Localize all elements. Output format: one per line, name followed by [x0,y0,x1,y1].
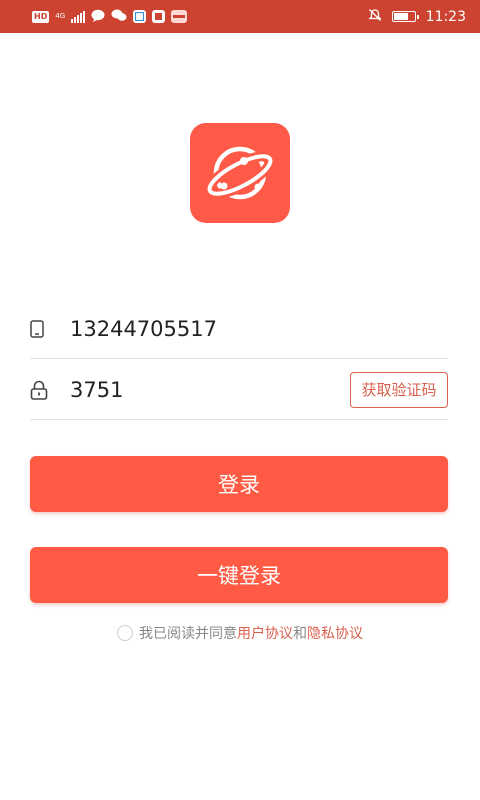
book-icon [152,10,166,23]
signal-icon [71,10,86,23]
network-type: 4G [55,13,65,20]
phone-icon [30,314,70,344]
phone-input[interactable]: 13244705517 [70,317,448,341]
app-logo [190,123,290,223]
app-icon [133,10,147,23]
status-time: 11:23 [425,8,466,25]
planet-logo-icon [204,146,276,200]
user-agreement-link[interactable]: 用户协议 [237,623,293,643]
chat-icon [91,7,105,26]
agreement-checkbox[interactable] [117,625,133,641]
lock-icon [30,375,70,405]
wechat-icon [111,7,127,26]
network-label: 4G [55,12,66,20]
agreement-prefix: 我已阅读并同意 [139,626,237,642]
code-field[interactable]: 3751 获取验证码 [30,360,448,420]
news-icon [171,10,188,23]
one-key-login-button[interactable]: 一键登录 [30,547,448,603]
battery-icon [391,11,419,22]
login-button[interactable]: 登录 [30,456,448,512]
status-bar-right: 11:23 [368,7,466,26]
agreement-conjunction: 和 [293,626,307,642]
mute-icon [368,7,382,26]
phone-field[interactable]: 13244705517 [30,299,448,359]
get-code-button[interactable]: 获取验证码 [350,371,448,408]
status-bar-left: HD 4G [32,7,188,26]
privacy-policy-link[interactable]: 隐私协议 [307,623,363,643]
status-bar: HD 4G 11:23 [0,0,480,33]
hd-icon: HD [32,10,50,23]
agreement: 我已阅读并同意 用户协议 和 隐私协议 [0,622,480,644]
code-input[interactable]: 3751 [70,378,350,402]
